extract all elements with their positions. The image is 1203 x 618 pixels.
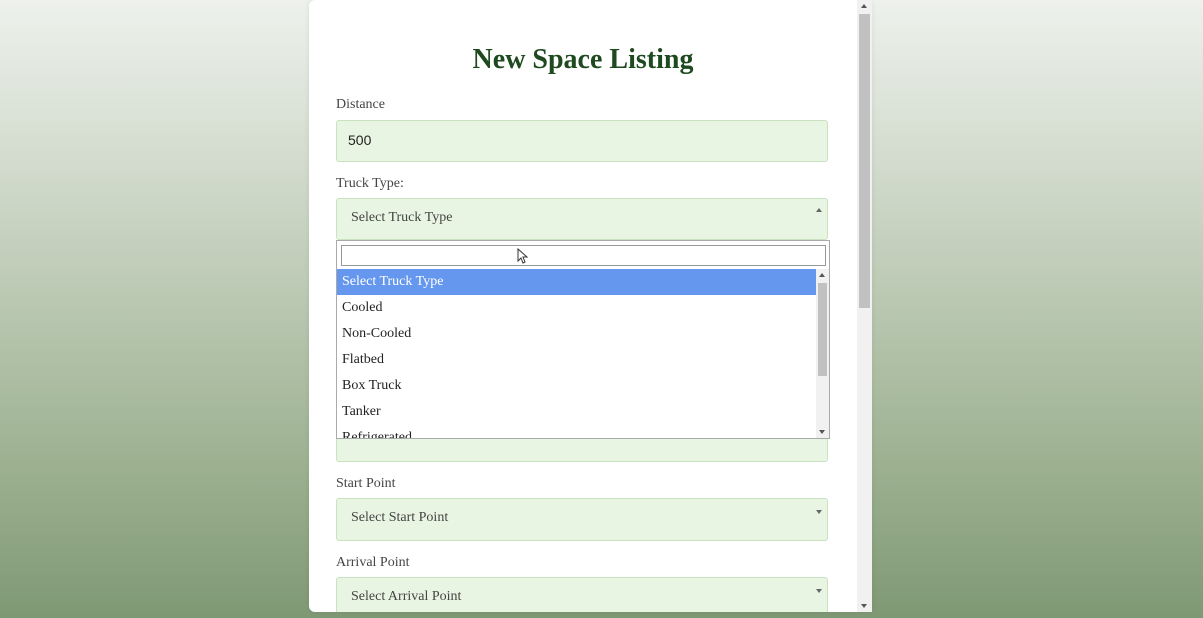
dropdown-scrollbar[interactable] bbox=[816, 269, 829, 438]
start-point-select[interactable]: Select Start Point bbox=[336, 498, 828, 541]
start-point-label: Start Point bbox=[336, 476, 396, 491]
page-scroll-down-icon[interactable] bbox=[861, 604, 867, 608]
page-scrollbar[interactable] bbox=[857, 0, 872, 612]
option-tanker[interactable]: Tanker bbox=[337, 399, 816, 425]
option-box-truck[interactable]: Box Truck bbox=[337, 373, 816, 399]
distance-input[interactable]: 500 bbox=[336, 120, 828, 162]
option-flatbed[interactable]: Flatbed bbox=[337, 347, 816, 373]
arrival-point-select[interactable]: Select Arrival Point bbox=[336, 577, 828, 612]
truck-type-search-input[interactable] bbox=[341, 245, 826, 266]
option-non-cooled[interactable]: Non-Cooled bbox=[337, 321, 816, 347]
arrival-point-selected: Select Arrival Point bbox=[351, 589, 462, 604]
scroll-up-arrow-icon[interactable] bbox=[819, 273, 825, 277]
option-cooled[interactable]: Cooled bbox=[337, 295, 816, 321]
option-refrigerated[interactable]: Refrigerated bbox=[337, 425, 816, 438]
option-select-truck-type[interactable]: Select Truck Type bbox=[337, 269, 816, 295]
scroll-down-arrow-icon[interactable] bbox=[819, 430, 825, 434]
distance-value: 500 bbox=[348, 132, 372, 148]
arrival-point-label: Arrival Point bbox=[336, 555, 410, 570]
distance-label: Distance bbox=[336, 97, 385, 112]
truck-type-label: Truck Type: bbox=[336, 176, 404, 191]
truck-type-options: Select Truck Type Cooled Non-Cooled Flat… bbox=[337, 269, 816, 438]
mouse-pointer-icon bbox=[517, 248, 529, 264]
truck-type-dropdown: Select Truck Type Cooled Non-Cooled Flat… bbox=[336, 240, 830, 439]
page-scroll-up-icon[interactable] bbox=[861, 4, 867, 8]
caret-down-icon bbox=[816, 510, 822, 514]
truck-type-selected: Select Truck Type bbox=[351, 210, 453, 225]
caret-down-icon bbox=[816, 589, 822, 593]
start-point-selected: Select Start Point bbox=[351, 510, 449, 525]
truck-type-select[interactable]: Select Truck Type bbox=[336, 198, 828, 240]
page-scroll-thumb[interactable] bbox=[859, 14, 870, 308]
listing-form-card: New Space Listing Distance 500 Truck Typ… bbox=[309, 0, 872, 612]
caret-up-icon bbox=[816, 208, 822, 212]
page-title: New Space Listing bbox=[472, 44, 694, 75]
dropdown-scroll-thumb[interactable] bbox=[818, 283, 827, 376]
